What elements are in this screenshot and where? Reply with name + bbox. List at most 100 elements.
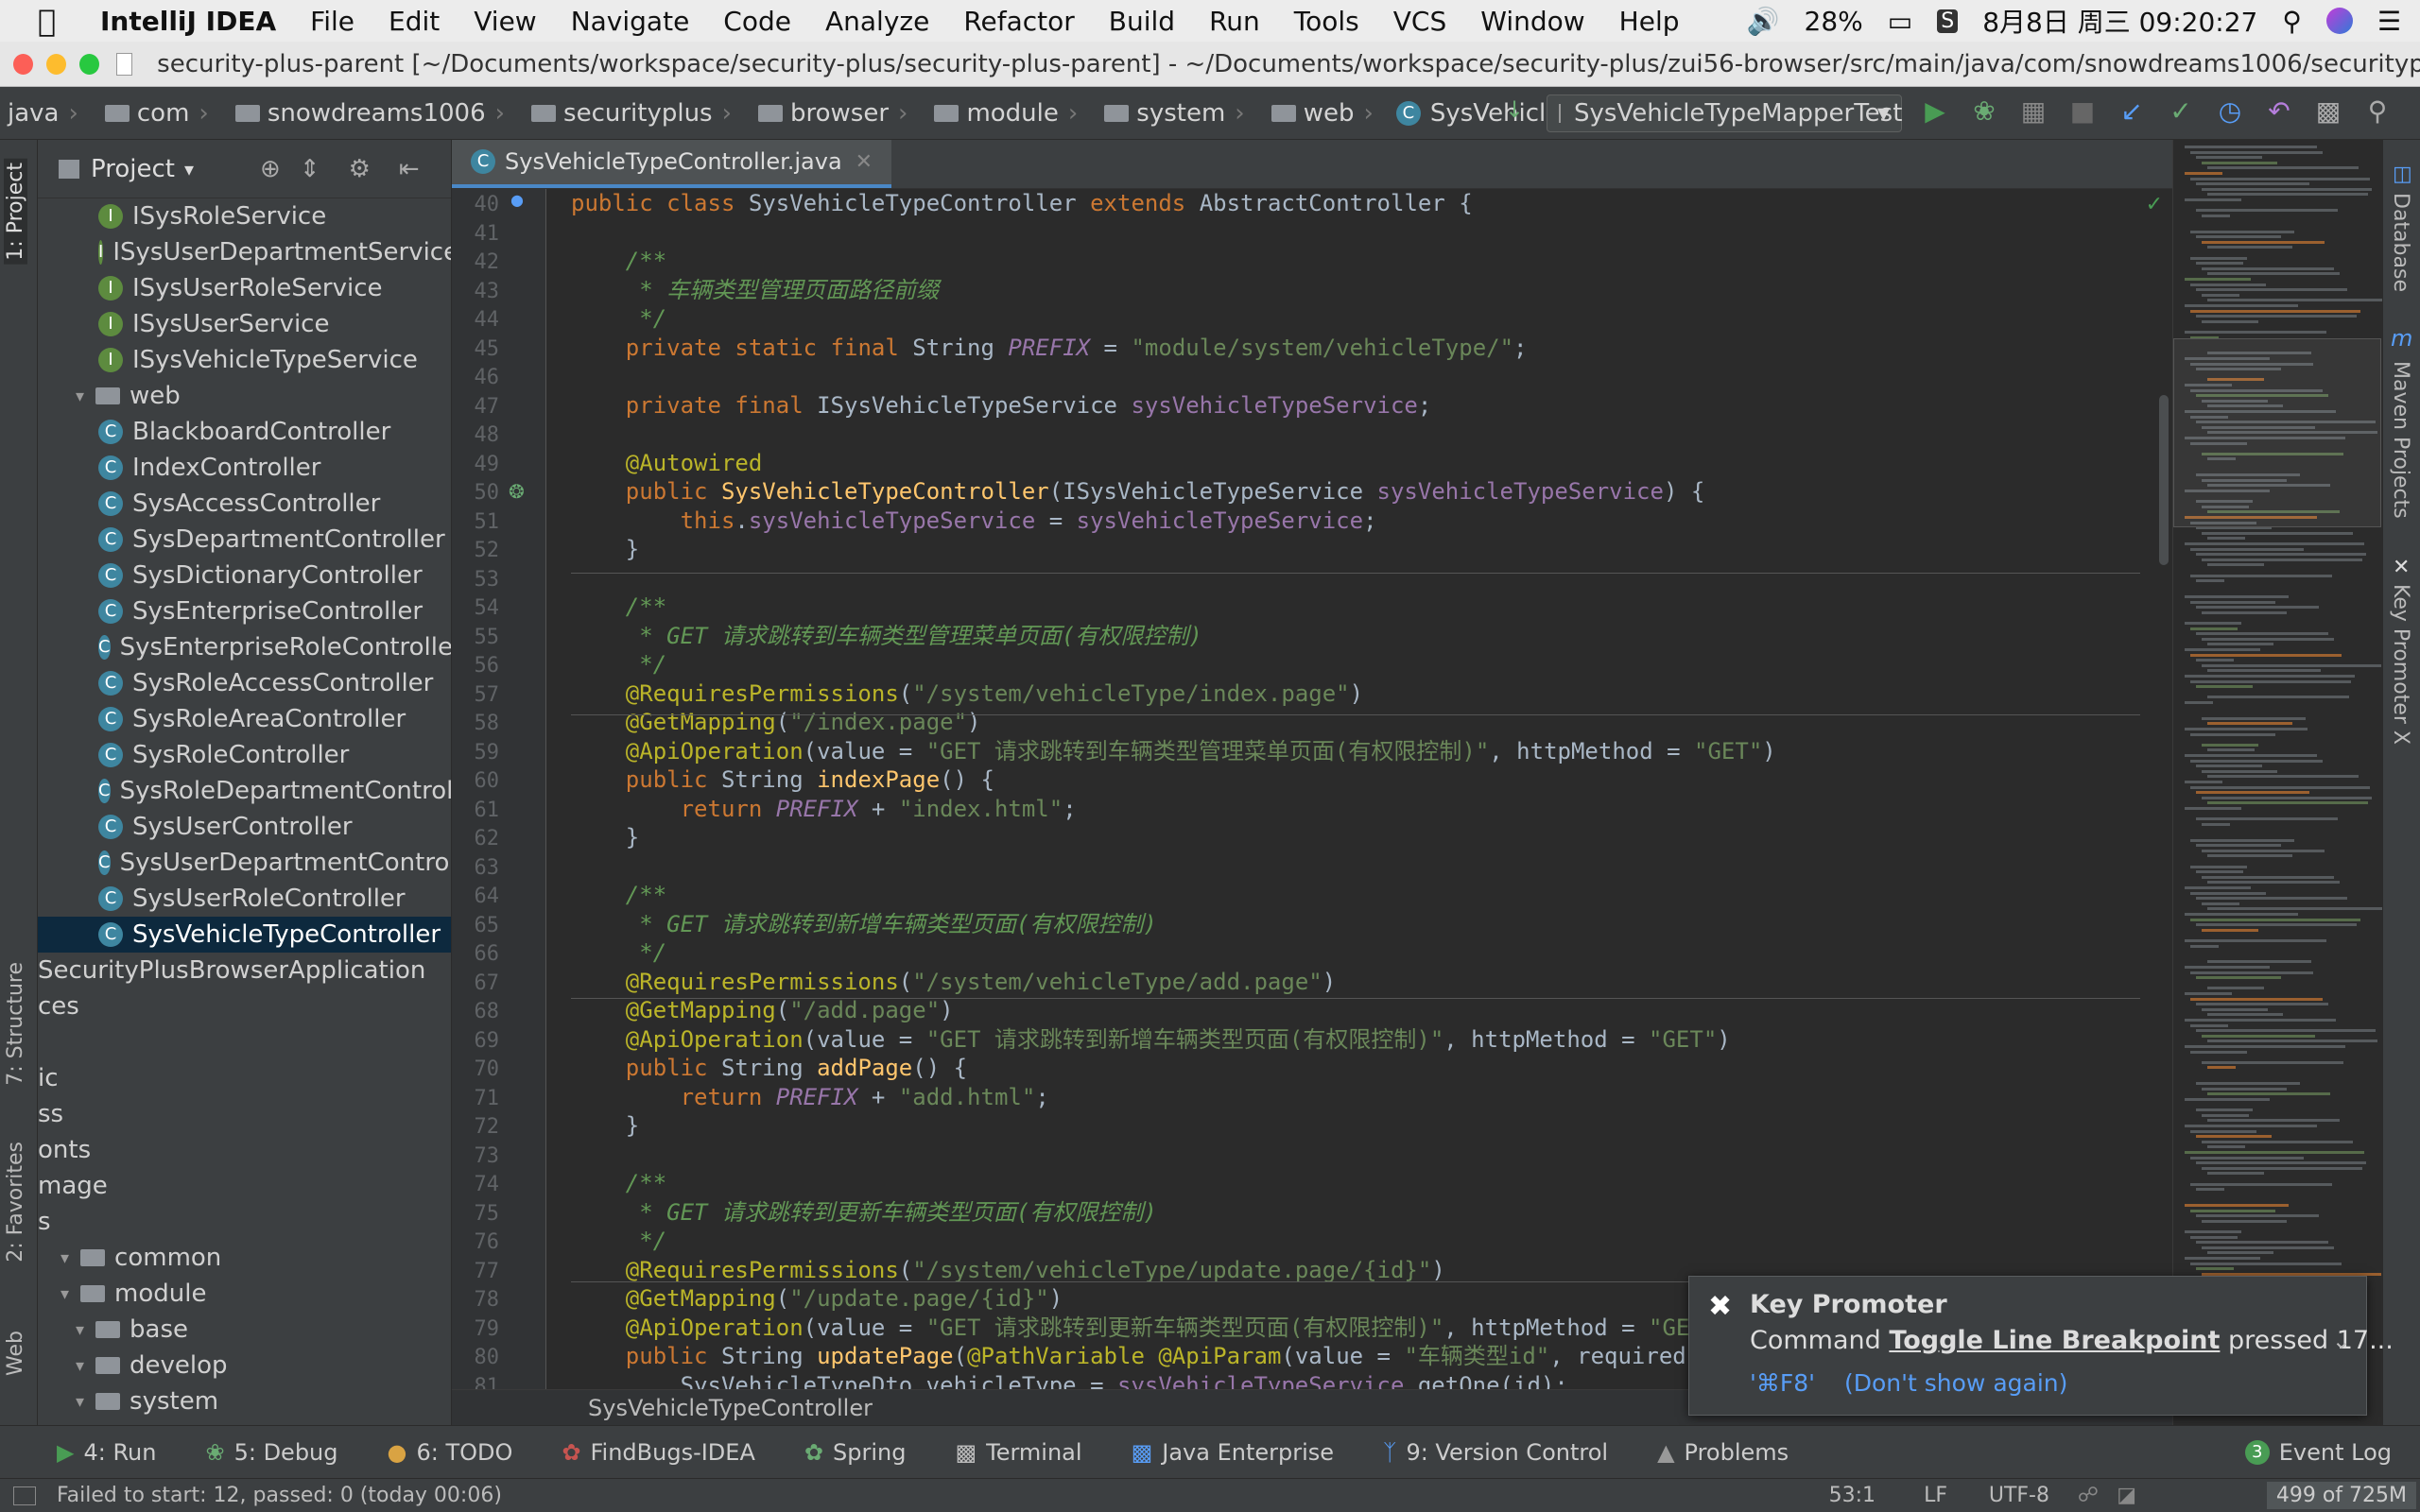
menu-window[interactable]: Window xyxy=(1480,6,1584,37)
expand-arrow-icon[interactable]: ▾ xyxy=(76,387,84,406)
tree-item[interactable]: ▾ base xyxy=(38,1312,451,1348)
editor-gutter[interactable]: 40 41 42 43 44 45 46 47 48 49 50 51 52 53 54 55 56 57 58 59… xyxy=(452,189,546,1425)
apple-icon[interactable]:  xyxy=(38,3,72,39)
tree-item[interactable]: mage xyxy=(38,1168,451,1204)
code-minimap[interactable] xyxy=(2172,140,2382,1425)
zoom-window-button[interactable] xyxy=(78,53,99,75)
locate-icon[interactable]: ⊕ xyxy=(260,155,281,183)
breadcrumb-class[interactable]: SysVehicleTypeController xyxy=(588,1395,873,1421)
code-line[interactable]: public SysVehicleTypeController(ISysVehi… xyxy=(571,477,1705,506)
stop-icon[interactable]: ■ xyxy=(2066,94,2099,127)
menu-navigate[interactable]: Navigate xyxy=(571,6,690,37)
tab-favorites[interactable]: 2: Favorites xyxy=(4,1142,27,1263)
tree-item[interactable]: C SysDepartmentController xyxy=(38,522,451,558)
code-line[interactable]: /** xyxy=(571,1169,666,1197)
tab-project[interactable]: 1: Project xyxy=(4,159,27,265)
tree-item[interactable]: I ISysUserService xyxy=(38,306,451,342)
code-line[interactable]: @GetMapping("/index.page") xyxy=(571,708,981,736)
tree-item[interactable]: C SysRoleAreaController xyxy=(38,701,451,737)
tree-item[interactable]: ▾ common xyxy=(38,1240,451,1276)
tool-problems[interactable]: ▲ Problems xyxy=(1657,1439,1789,1466)
tree-item[interactable]: C BlackboardController xyxy=(38,414,451,450)
code-line[interactable]: @GetMapping("/update.page/{id}") xyxy=(571,1284,1063,1313)
spring-bean-icon[interactable]: ❂ xyxy=(509,480,525,503)
coverage-icon[interactable]: ▦ xyxy=(2017,94,2049,127)
tab-database[interactable]: Database xyxy=(2389,193,2412,292)
notification-command-link[interactable]: Toggle Line Breakpoint xyxy=(1889,1326,2220,1355)
tool-java-enterprise[interactable]: ▩ Java Enterprise xyxy=(1132,1439,1334,1466)
code-line[interactable]: * GET 请求跳转到新增车辆类型页面(有权限控制) xyxy=(571,910,1157,938)
status-message[interactable]: Failed to start: 12, passed: 0 (today 00… xyxy=(57,1484,502,1507)
shortcut-link[interactable]: '⌘F8' xyxy=(1750,1369,1815,1397)
tool-spring[interactable]: ✿ Spring xyxy=(804,1439,907,1466)
expand-arrow-icon[interactable]: ▾ xyxy=(60,1248,69,1268)
menu-build[interactable]: Build xyxy=(1109,6,1175,37)
tree-item[interactable]: ces xyxy=(38,988,451,1024)
menu-code[interactable]: Code xyxy=(723,6,791,37)
input-method-icon[interactable]: S xyxy=(1937,9,1959,33)
tree-item[interactable] xyxy=(38,1024,451,1060)
menu-edit[interactable]: Edit xyxy=(389,6,440,37)
git-branch-icon[interactable]: ◪ xyxy=(2117,1484,2136,1507)
tree-item[interactable]: ▾ system xyxy=(38,1383,451,1419)
search-everywhere-icon[interactable]: ⚲ xyxy=(2361,94,2394,127)
menu-analyze[interactable]: Analyze xyxy=(825,6,929,37)
code-line[interactable]: private final ISysVehicleTypeService sys… xyxy=(571,391,1432,420)
caret-position[interactable]: 53:1 xyxy=(1829,1484,1876,1507)
debug-icon[interactable]: ❀ xyxy=(1968,94,2000,127)
vcs-history-icon[interactable]: ◷ xyxy=(2214,94,2246,127)
editor-tab-active[interactable]: C SysVehicleTypeController.java ✕ xyxy=(452,140,892,188)
lock-icon[interactable]: ☍ xyxy=(2078,1484,2099,1507)
tree-item[interactable]: C SysRoleController xyxy=(38,737,451,773)
breadcrumb-securityplus[interactable]: securityplus › xyxy=(514,99,732,128)
collapse-all-icon[interactable]: ⇕ xyxy=(300,155,320,183)
tree-item[interactable]: C SysUserController xyxy=(38,809,451,845)
tool-run[interactable]: ▶ 4: Run xyxy=(57,1439,156,1466)
tree-item[interactable]: I ISysUserDepartmentService xyxy=(38,234,451,270)
editor-scrollbar[interactable] xyxy=(2159,395,2169,565)
tree-item[interactable]: ▾ develop xyxy=(38,1348,451,1383)
code-line[interactable]: public class SysVehicleTypeController ex… xyxy=(571,189,1473,217)
tree-item[interactable]: C SysRoleAccessController xyxy=(38,665,451,701)
code-line[interactable]: } xyxy=(571,535,639,563)
breadcrumb-web[interactable]: web › xyxy=(1254,99,1374,128)
expand-arrow-icon[interactable]: ▾ xyxy=(76,1320,84,1340)
menu-app-name[interactable]: IntelliJ IDEA xyxy=(100,6,276,37)
tree-item[interactable]: C SysAccessController xyxy=(38,486,451,522)
code-line[interactable]: @Autowired xyxy=(571,449,763,477)
expand-arrow-icon[interactable]: ▾ xyxy=(76,1392,84,1412)
tool-terminal[interactable]: ▩ Terminal xyxy=(955,1439,1081,1466)
menu-refactor[interactable]: Refactor xyxy=(963,6,1074,37)
breadcrumb-module[interactable]: module › xyxy=(917,99,1078,128)
tree-item[interactable]: ▾ module xyxy=(38,1276,451,1312)
tree-item[interactable]: C SysUserDepartmentControl xyxy=(38,845,451,881)
breadcrumb-com[interactable]: com › xyxy=(88,99,209,128)
tree-item[interactable]: I ISysUserRoleService xyxy=(38,270,451,306)
expand-arrow-icon[interactable]: ▾ xyxy=(60,1284,69,1304)
tree-item[interactable]: onts xyxy=(38,1132,451,1168)
minimize-window-button[interactable] xyxy=(45,53,66,75)
battery-percent[interactable]: 28% xyxy=(1805,6,1863,37)
tab-maven-projects[interactable]: Maven Projects xyxy=(2389,361,2412,519)
file-encoding[interactable]: UTF-8 xyxy=(1989,1484,2049,1507)
inspection-ok-icon[interactable]: ✓ xyxy=(2146,193,2163,216)
menu-help[interactable]: Help xyxy=(1619,6,1680,37)
breadcrumb-snowdreams1006[interactable]: snowdreams1006 › xyxy=(218,99,505,128)
tree-item[interactable]: I ISysVehicleTypeService xyxy=(38,342,451,378)
tab-web[interactable]: Web xyxy=(4,1331,27,1376)
tree-item[interactable]: C IndexController xyxy=(38,450,451,486)
vcs-update-icon[interactable]: ↙ xyxy=(2116,94,2148,127)
code-line[interactable]: * GET 请求跳转到车辆类型管理菜单页面(有权限控制) xyxy=(571,622,1202,650)
tree-item[interactable]: I ISysRoleService xyxy=(38,198,451,234)
tree-item[interactable]: C SysVehicleTypeController xyxy=(38,917,451,953)
minimap-viewport[interactable] xyxy=(2173,338,2381,527)
menu-vcs[interactable]: VCS xyxy=(1393,6,1446,37)
clock[interactable]: 8月8日 周三 09:20:27 xyxy=(1982,2,2257,40)
tree-item[interactable]: C SysRoleDepartmentControll xyxy=(38,773,451,809)
code-line[interactable]: */ xyxy=(571,650,666,679)
tool-findbugs[interactable]: ✿ FindBugs-IDEA xyxy=(562,1439,755,1466)
code-line[interactable]: public String addPage() { xyxy=(571,1054,967,1082)
tool-debug[interactable]: ❀ 5: Debug xyxy=(205,1439,337,1466)
breadcrumb-system[interactable]: system › xyxy=(1087,99,1245,128)
tool-todo[interactable]: ● 6: TODO xyxy=(388,1439,513,1466)
